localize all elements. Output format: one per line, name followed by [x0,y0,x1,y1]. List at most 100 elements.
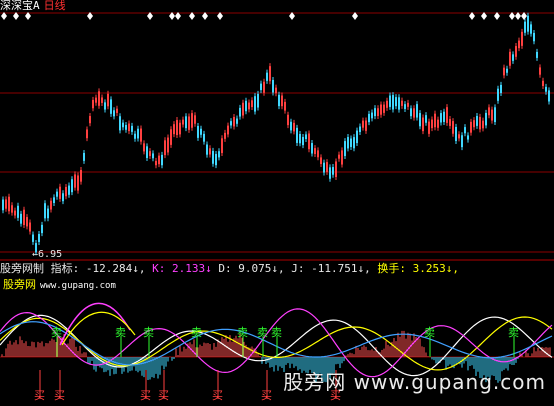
candle-body [272,79,274,93]
candle-body [173,124,175,135]
candle-body [194,115,196,124]
candle-body [215,153,217,166]
candle-body [107,93,109,107]
candle-body [149,151,151,157]
candle-body [416,104,418,118]
candle-body [197,125,199,138]
candle-body [185,116,187,129]
candle-body [293,122,295,132]
candle-body [353,137,355,149]
candle-body [524,21,526,33]
candle-body [86,129,88,139]
candle-body [116,108,118,113]
separator: , [364,262,371,275]
candle-body [119,116,121,131]
candle-body [158,155,160,165]
candle-body [203,133,205,142]
candle-body [341,150,343,165]
candle-body [548,90,550,102]
chart-title: 深深宝A 日线 [0,0,66,12]
candle-body [365,120,367,131]
candle-body [455,126,457,142]
candle-body [224,132,226,139]
candle-body [32,234,34,242]
candle-body [332,167,334,175]
buy-signal: 买 [34,389,45,402]
sell-signal: 卖 [237,326,248,339]
period-label[interactable]: 日线 [44,0,66,12]
candle-body [155,160,157,166]
candle-body [125,124,127,130]
candle-body [530,24,532,34]
chart-canvas[interactable]: 卖卖卖卖卖卖卖卖卖买买买买买买买 [0,0,554,406]
candle-body [29,222,31,232]
indicator-name[interactable]: 股旁网制 [0,262,44,275]
stock-name: 深深宝A [0,0,40,12]
brand-label: 股旁网 www.gupang.com [3,279,116,292]
j-label: J: [291,262,305,275]
candle-body [443,111,445,122]
candle-body [257,93,259,108]
candle-body [191,113,193,128]
candle-body [347,137,349,149]
candle-body [539,67,541,75]
candle-body [458,134,460,139]
candle-body [419,113,421,127]
candle-body [482,120,484,129]
d-label: D: [218,262,232,275]
candle-body [53,197,55,203]
d-value: 9.075 [238,262,272,275]
candle-body [467,135,469,140]
candle-body [473,120,475,128]
candle-body [479,116,481,130]
candle-body [377,108,379,116]
sell-signal: 卖 [424,326,435,339]
sell-signal: 卖 [191,326,202,339]
candle-body [413,108,415,118]
candle-body [509,51,511,66]
candle-body [425,115,427,123]
candle-body [362,120,364,128]
candle-body [296,127,298,143]
candle-body [428,121,430,134]
candle-body [485,112,487,126]
candle-body [131,125,133,132]
candle-body [512,54,514,61]
buy-signal: 买 [261,389,272,402]
candle-body [245,100,247,112]
indicator-bar: 股旁网制 指标: -12.284↓, K: 2.133↓ D: 9.075↓, … [0,263,459,275]
candle-body [98,91,100,106]
candle-body [59,186,61,199]
sell-signal: 卖 [257,326,268,339]
candle-body [170,129,172,145]
sell-signal: 卖 [271,326,282,339]
candle-body [23,209,25,225]
candle-body [461,135,463,148]
turnover-value: 3.253 [412,262,446,275]
candle-body [209,148,211,155]
candle-body [536,51,538,58]
candle-body [518,40,520,49]
candle-body [143,143,145,152]
candle-body [314,148,316,154]
candle-body [17,205,19,218]
candle-body [470,121,472,133]
candle-body [449,119,451,126]
candle-body [14,210,16,216]
candle-body [374,108,376,117]
candle-body [89,116,91,124]
candle-body [281,95,283,107]
candle-body [164,140,166,156]
candle-body [392,95,394,110]
candle-body [326,162,328,172]
candle-body [113,110,115,117]
candle-body [287,114,289,126]
candle-body [395,97,397,107]
candle-body [290,121,292,131]
candle-body [437,119,439,128]
candle-body [278,94,280,107]
candle-body [206,144,208,155]
candle-body [335,161,337,177]
candle-body [431,119,433,129]
candle-body [161,154,163,166]
